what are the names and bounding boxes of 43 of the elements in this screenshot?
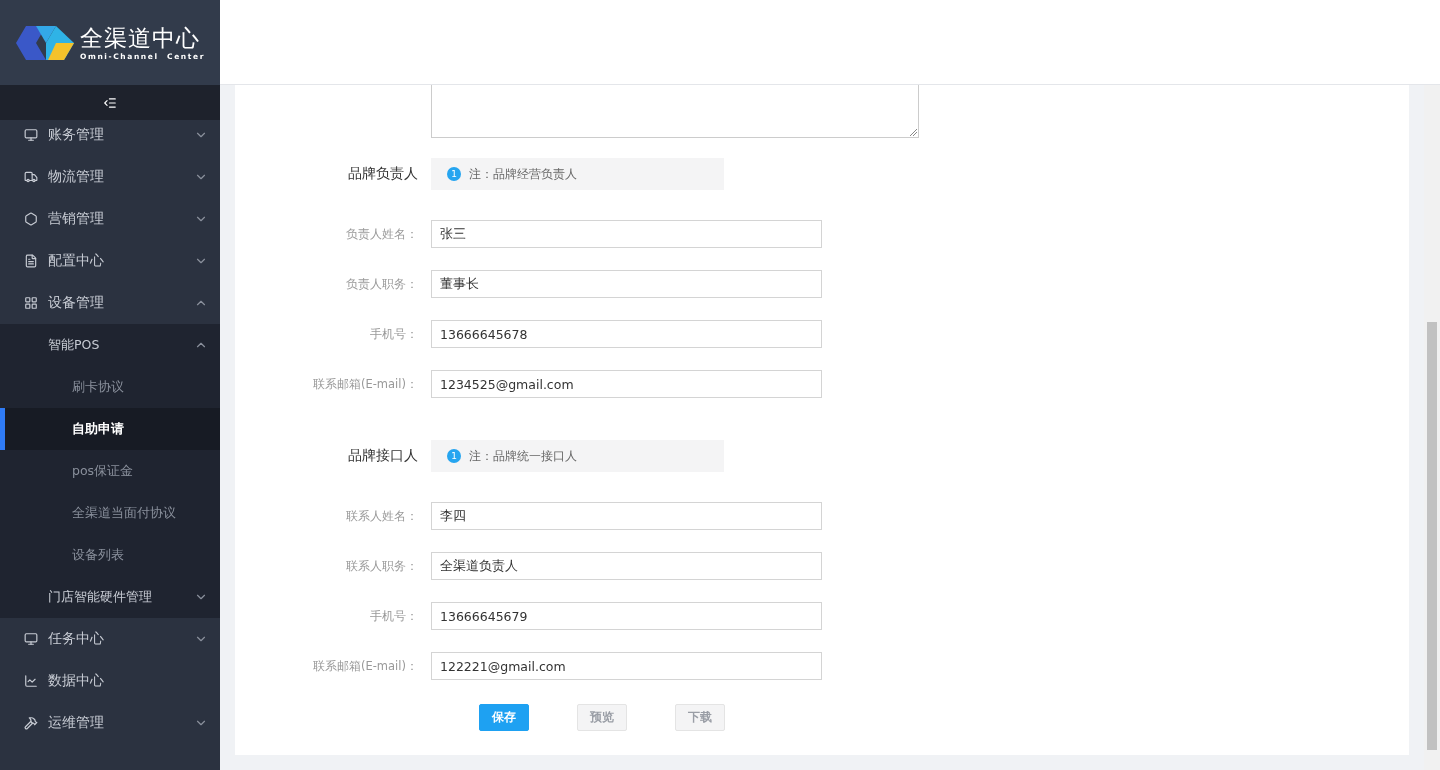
line-chart-icon (24, 674, 38, 688)
input-field[interactable]: 13666645678 (431, 320, 822, 348)
sidebar-subitem[interactable]: 门店智能硬件管理 (0, 576, 220, 618)
document-icon (24, 254, 38, 268)
field-label: 负责人姓名： (345, 226, 418, 242)
input-field[interactable]: 张三 (431, 220, 822, 248)
resize-handle-icon (910, 129, 917, 136)
field-label: 联系邮箱(E-mail)： (311, 376, 418, 392)
input-field[interactable]: 李四 (431, 502, 822, 530)
sidebar-link[interactable]: pos保证金 (0, 450, 220, 492)
monitor-icon (24, 128, 38, 142)
input-field[interactable]: 122221@gmail.com (431, 652, 822, 680)
note-text: 注：品牌统一接口人 (469, 447, 577, 465)
logo-icon (16, 25, 74, 60)
note-text: 注：品牌经营负责人 (469, 165, 577, 183)
field-label: 手机号： (369, 608, 418, 624)
logo-title: 全渠道中心 (80, 24, 201, 52)
input-field[interactable]: 董事长 (431, 270, 822, 298)
input-field[interactable]: 全渠道负责人 (431, 552, 822, 580)
sidebar-link[interactable]: 刷卡协议 (0, 366, 220, 408)
info-badge: 1 (447, 167, 461, 181)
grid-icon (24, 296, 38, 310)
input-field[interactable]: 1234525@gmail.com (431, 370, 822, 398)
hammer-icon (24, 716, 38, 730)
sidebar-link[interactable]: 全渠道当面付协议 (0, 492, 220, 534)
monitor-icon (24, 632, 38, 646)
truck-icon (24, 170, 38, 184)
sidebar-link[interactable]: 自助申请 (0, 408, 220, 450)
sidebar-link[interactable]: 设备列表 (0, 534, 220, 576)
scrollbar[interactable] (1424, 85, 1440, 770)
text-area[interactable] (431, 85, 919, 138)
section-title: 品牌负责人 (347, 165, 418, 183)
field-label: 联系人职务： (345, 558, 418, 574)
info-badge: 1 (447, 449, 461, 463)
field-label: 联系人姓名： (345, 508, 418, 524)
sidebar-subitem[interactable]: 智能POS (0, 324, 220, 366)
input-field[interactable]: 13666645679 (431, 602, 822, 630)
field-label: 手机号： (369, 326, 418, 342)
field-label: 负责人职务： (345, 276, 418, 292)
section-title: 品牌接口人 (347, 447, 418, 465)
field-label: 联系邮箱(E-mail)： (311, 658, 418, 674)
menu-collapse-icon[interactable] (103, 95, 117, 110)
hexagon-icon (24, 212, 38, 226)
